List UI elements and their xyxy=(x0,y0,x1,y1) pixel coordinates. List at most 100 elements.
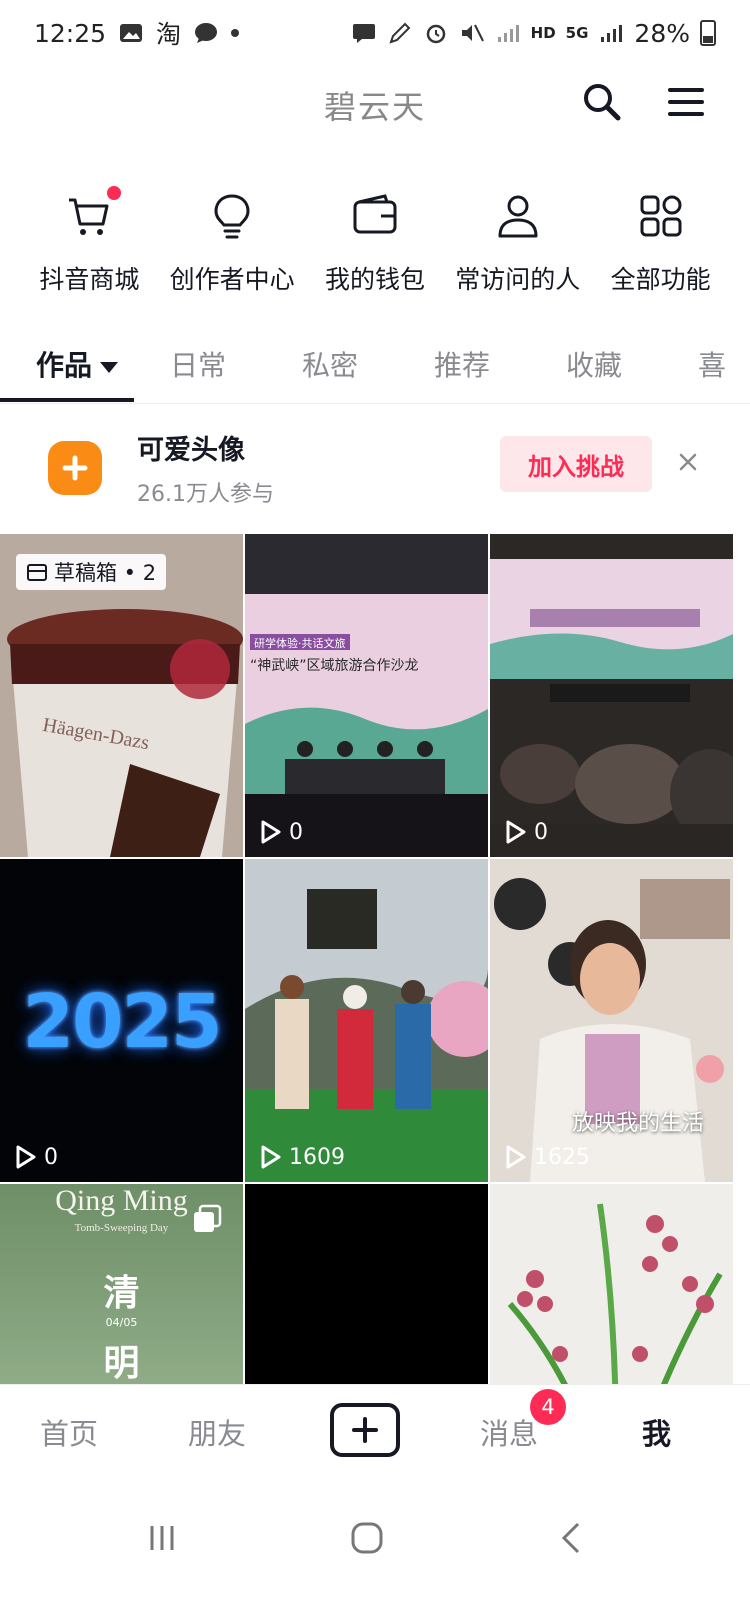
video-grid: Häagen-Dazs 草稿箱 • 2 研学体验·共话文旅 “神武峡”区域旅游合… xyxy=(0,534,750,1384)
qingming-char-1: 清 xyxy=(103,1272,140,1314)
back-icon[interactable] xyxy=(552,1518,592,1558)
challenge-plus-icon xyxy=(48,441,102,495)
shortcut-row: 抖音商城 创作者中心 我的钱包 常访问的人 全部功能 xyxy=(0,186,750,310)
tab-daily[interactable]: 日常 xyxy=(170,344,226,384)
taobao-indicator: 淘 xyxy=(156,20,182,49)
orchid-thumbnail xyxy=(490,1184,733,1384)
alarm-icon xyxy=(426,24,445,44)
play-icon xyxy=(506,1145,526,1169)
draft-tile[interactable]: Häagen-Dazs 草稿箱 • 2 xyxy=(0,534,243,857)
5g-indicator: 5G xyxy=(565,24,589,42)
view-count: 1625 xyxy=(502,1144,590,1170)
draft-box-badge[interactable]: 草稿箱 • 2 xyxy=(16,554,167,590)
tab-works[interactable]: 作品 xyxy=(36,344,119,384)
wallet-icon xyxy=(353,194,397,234)
draft-label: 草稿箱 • 2 xyxy=(54,561,157,585)
challenge-participants: 26.1万人参与 xyxy=(137,482,274,507)
play-icon xyxy=(261,820,281,844)
person-icon xyxy=(498,195,538,238)
home-icon[interactable] xyxy=(347,1518,387,1558)
dancers-thumbnail xyxy=(245,859,488,1182)
view-count-value: 0 xyxy=(534,819,548,845)
shortcut-label: 全部功能 xyxy=(610,265,711,294)
shortcut-mall[interactable]: 抖音商城 xyxy=(19,186,159,310)
video-tile[interactable]: 0 xyxy=(490,534,733,857)
view-count-value: 0 xyxy=(44,1144,58,1170)
view-count-value: 1625 xyxy=(534,1144,590,1170)
nav-home[interactable]: 首页 xyxy=(40,1411,98,1453)
audience-thumbnail xyxy=(490,534,733,857)
shortcut-label: 常访问的人 xyxy=(455,265,581,294)
multi-photo-icon xyxy=(194,1204,222,1232)
view-count: 0 xyxy=(12,1144,58,1170)
conference-line: “神武峡”区域旅游合作沙龙 xyxy=(250,658,419,674)
tab-private[interactable]: 私密 xyxy=(302,344,358,384)
hd-indicator: HD xyxy=(530,24,556,42)
message-badge: 4 xyxy=(530,1389,566,1425)
tile-caption: 2025 xyxy=(22,979,223,1065)
challenge-banner[interactable]: 可爱头像 26.1万人参与 加入挑战 xyxy=(0,408,750,526)
conference-thumbnail: 研学体验·共话文旅 “神武峡”区域旅游合作沙龙 xyxy=(245,534,488,857)
play-icon xyxy=(16,1145,36,1169)
view-count: 0 xyxy=(502,819,548,845)
qingming-date: 04/05 xyxy=(105,1316,138,1329)
profile-header: 碧云天 xyxy=(0,66,750,146)
status-time: 12:25 xyxy=(34,18,107,48)
content-tabs: 作品 日常 私密 推荐 收藏 喜 xyxy=(0,332,750,404)
battery-icon xyxy=(700,20,716,46)
mute-icon xyxy=(461,24,484,42)
photo-tile[interactable] xyxy=(490,1184,733,1384)
nav-friends[interactable]: 朋友 xyxy=(188,1411,246,1453)
tab-likes[interactable]: 喜 xyxy=(698,344,726,384)
shortcut-frequent-visitors[interactable]: 常访问的人 xyxy=(448,190,588,310)
profile-name: 碧云天 xyxy=(323,88,426,126)
search-icon[interactable] xyxy=(580,80,624,124)
join-challenge-button[interactable]: 加入挑战 xyxy=(500,436,652,492)
conference-tag: 研学体验·共话文旅 xyxy=(254,636,346,650)
shortcut-wallet[interactable]: 我的钱包 xyxy=(305,190,445,310)
signal-icon xyxy=(497,25,519,42)
create-button[interactable] xyxy=(330,1403,400,1457)
challenge-title: 可爱头像 xyxy=(137,435,245,466)
video-tile[interactable]: 1609 xyxy=(245,859,488,1182)
video-tile[interactable]: 研学体验·共话文旅 “神武峡”区域旅游合作沙龙 0 xyxy=(245,534,488,857)
message-alert-icon xyxy=(352,24,375,43)
view-count-value: 0 xyxy=(289,819,303,845)
close-icon[interactable] xyxy=(672,446,704,478)
view-count: 1609 xyxy=(257,1144,345,1170)
play-icon xyxy=(261,1145,281,1169)
tab-favorites[interactable]: 收藏 xyxy=(566,344,622,384)
cart-icon xyxy=(69,198,109,235)
nav-me[interactable]: 我 xyxy=(642,1411,671,1453)
tab-label: 作品 xyxy=(36,349,93,382)
grid-icon xyxy=(640,195,682,237)
caret-down-icon xyxy=(100,361,119,373)
video-tile[interactable] xyxy=(245,1184,488,1384)
shortcut-label: 抖音商城 xyxy=(39,265,140,294)
shortcut-creator-center[interactable]: 创作者中心 xyxy=(162,190,302,310)
video-tile[interactable]: 2025 0 xyxy=(0,859,243,1182)
shortcut-all-functions[interactable]: 全部功能 xyxy=(591,190,731,310)
system-navigation-bar xyxy=(0,1482,750,1609)
video-tile[interactable]: 放映我的生活 1625 xyxy=(490,859,733,1182)
plus-icon xyxy=(352,1417,378,1443)
chat-bubble-icon xyxy=(195,23,218,43)
view-count: 0 xyxy=(257,819,303,845)
tab-recommend[interactable]: 推荐 xyxy=(434,344,490,384)
notification-dot-icon xyxy=(231,29,240,37)
pencil-icon xyxy=(389,22,411,44)
view-count-value: 1609 xyxy=(289,1144,345,1170)
nav-messages[interactable]: 消息 xyxy=(480,1411,538,1453)
notification-dot xyxy=(107,186,122,200)
status-bar: 12:25 淘 HD 5G 28% xyxy=(0,0,750,66)
battery-percent: 28% xyxy=(634,18,690,48)
menu-icon[interactable] xyxy=(664,80,708,124)
drafts-box-icon xyxy=(27,564,47,581)
recent-apps-icon[interactable] xyxy=(142,1518,182,1558)
qingming-char-2: 明 xyxy=(103,1342,140,1384)
lightbulb-icon xyxy=(214,194,250,239)
photo-tile[interactable]: Qing Ming Tomb-Sweeping Day 清 04/05 明 xyxy=(0,1184,243,1384)
tile-caption: 放映我的生活 xyxy=(572,1111,705,1136)
active-tab-indicator xyxy=(0,398,134,402)
shortcut-label: 我的钱包 xyxy=(324,265,425,294)
